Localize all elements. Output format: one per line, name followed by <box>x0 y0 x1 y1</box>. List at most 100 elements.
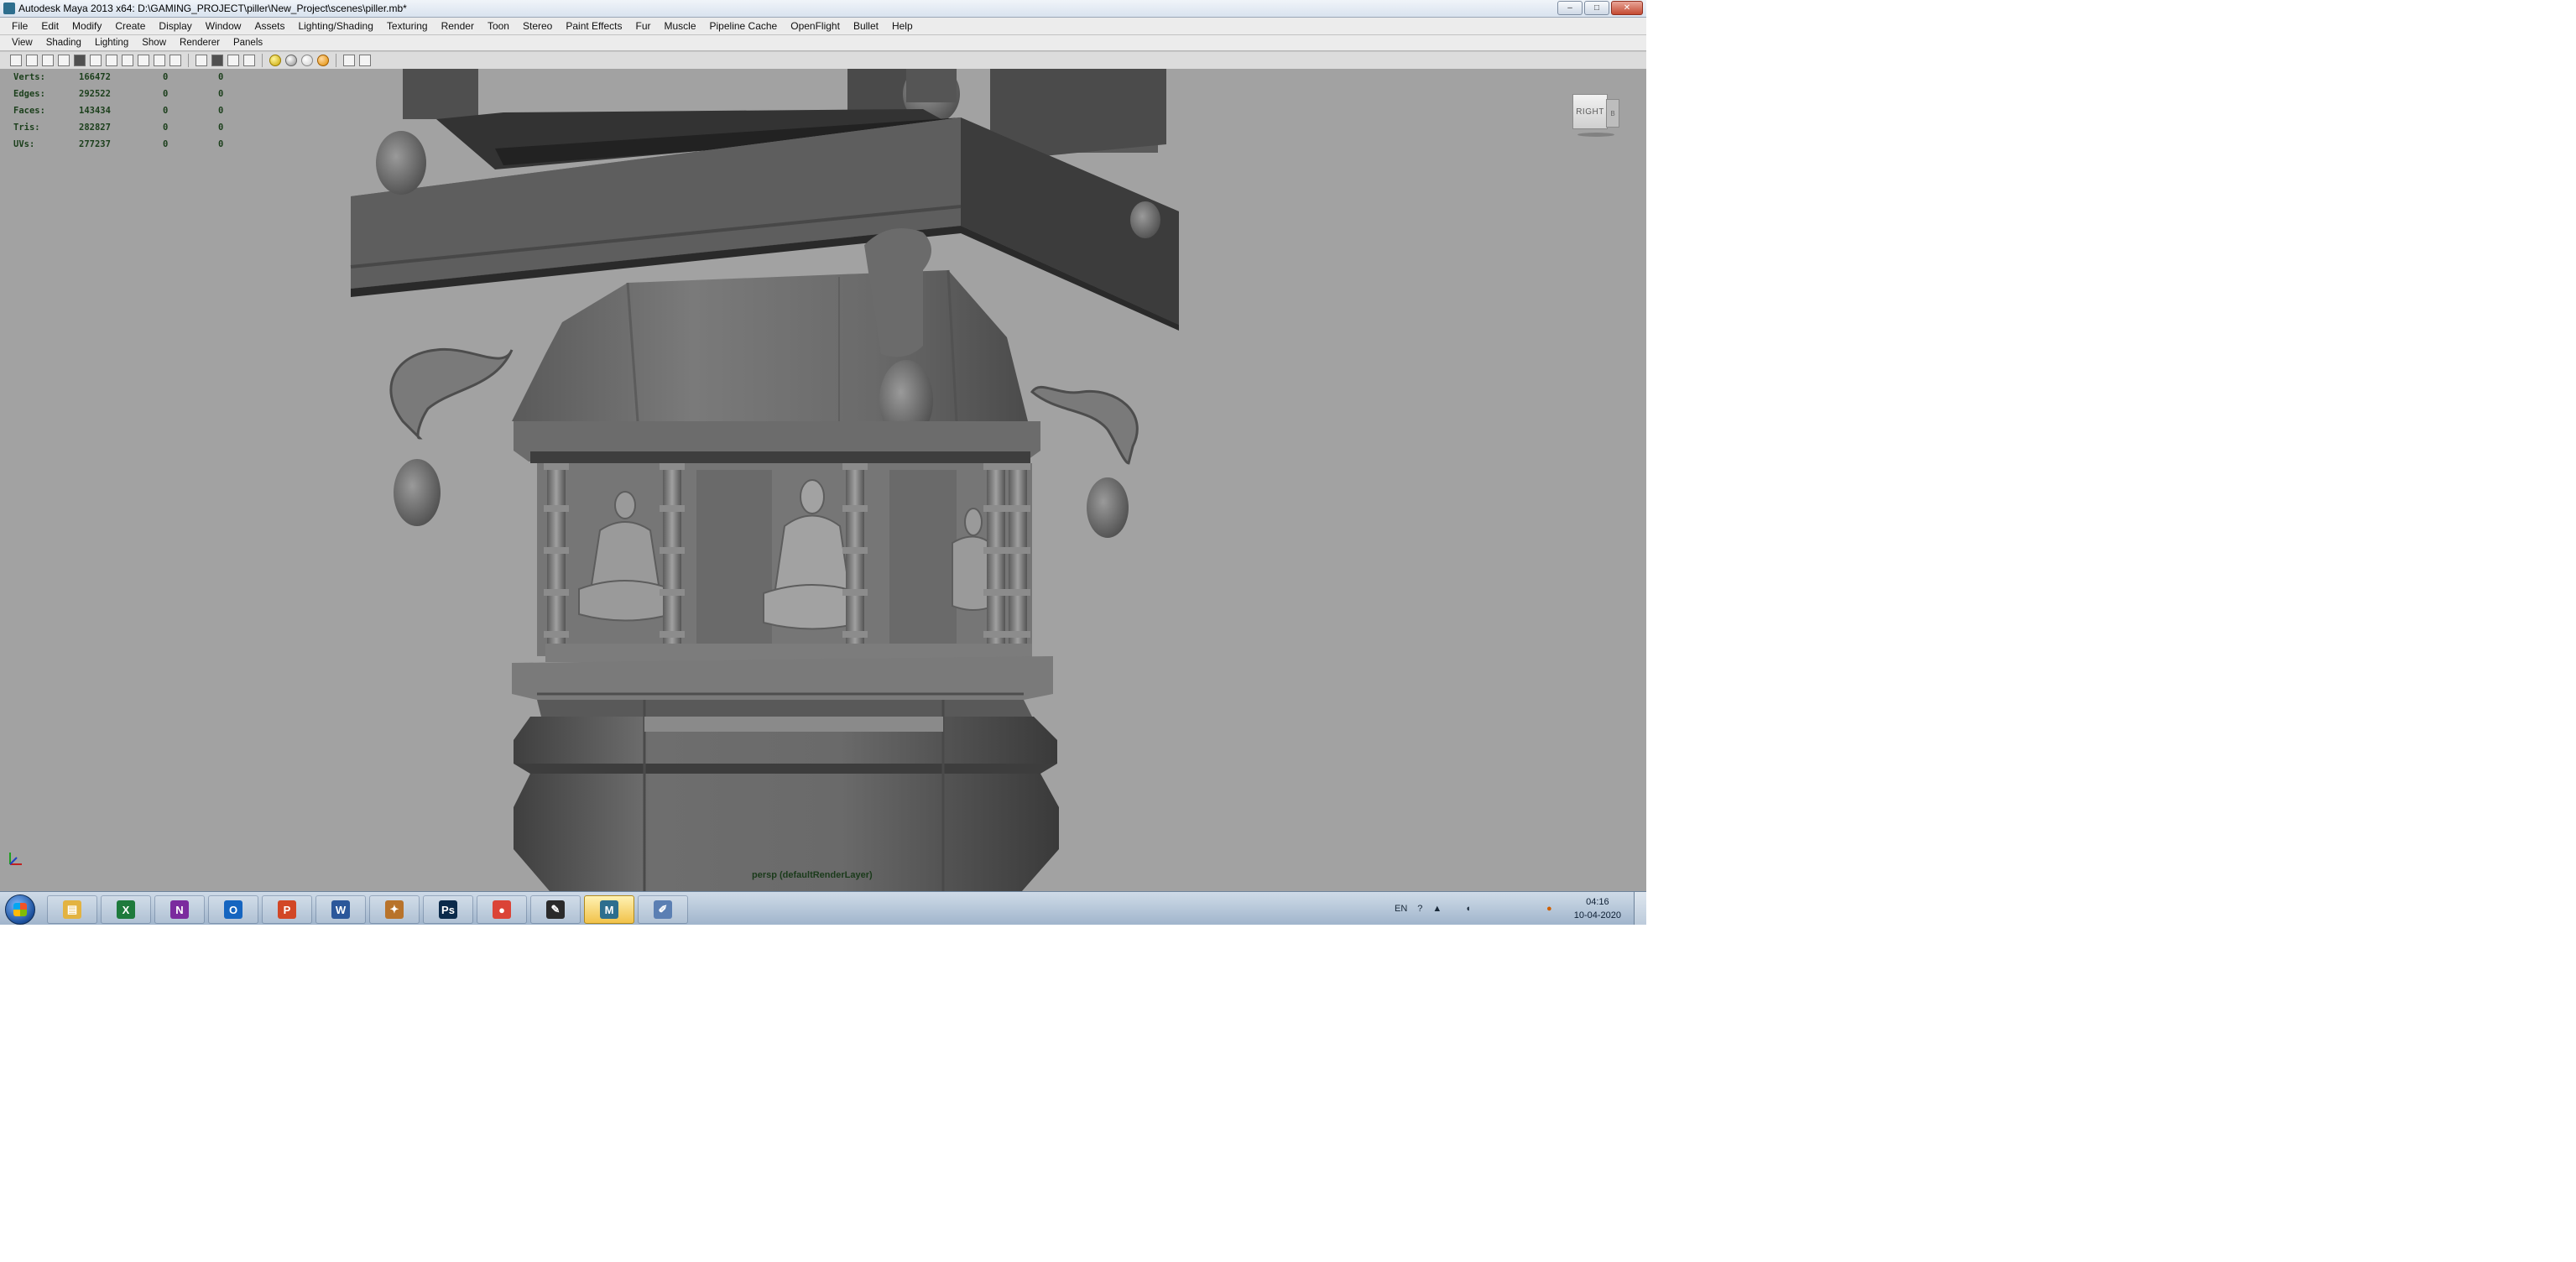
powerpoint-icon: P <box>278 900 296 919</box>
image-plane-icon[interactable] <box>58 55 70 66</box>
start-button[interactable] <box>5 894 35 925</box>
language-indicator[interactable]: EN <box>1395 904 1407 914</box>
help-icon[interactable]: ? <box>1417 904 1422 914</box>
film-gate-icon[interactable] <box>90 55 102 66</box>
taskbar-button[interactable]: ● <box>477 895 527 924</box>
taskbar-button[interactable]: M <box>584 895 634 924</box>
hud-label: UVs: <box>13 139 35 149</box>
maya-icon: M <box>600 900 618 919</box>
camera-select-icon[interactable] <box>10 55 22 66</box>
field-chart-icon[interactable] <box>138 55 149 66</box>
menu-fur[interactable]: Fur <box>629 20 658 32</box>
taskbar-button[interactable]: ✦ <box>369 895 420 924</box>
panel-menu-panels[interactable]: Panels <box>227 38 269 48</box>
menu-toon[interactable]: Toon <box>481 20 516 32</box>
viewcube-face-back[interactable]: B <box>1606 99 1619 128</box>
menu-stereo[interactable]: Stereo <box>516 20 559 32</box>
menu-bullet[interactable]: Bullet <box>847 20 885 32</box>
windows-taskbar: ▤ X N O P W ✦ Ps ● ✎ M ✐ EN ? ▲ ◖ ● 04:16 10-04-202… <box>0 891 1646 925</box>
wireframe-on-shaded-icon[interactable] <box>227 55 239 66</box>
shadows-icon[interactable] <box>285 55 297 66</box>
use-all-lights-icon[interactable] <box>269 55 281 66</box>
clock[interactable]: 04:16 10-04-2020 <box>1574 895 1621 922</box>
shrine-column <box>983 463 1009 658</box>
taskbar-button[interactable]: ▤ <box>47 895 97 924</box>
toolbar-separator <box>188 54 189 67</box>
minimize-button[interactable]: – <box>1557 1 1583 15</box>
menu-lighting-shading[interactable]: Lighting/Shading <box>291 20 379 32</box>
menu-modify[interactable]: Modify <box>65 20 108 32</box>
panel-menu-renderer[interactable]: Renderer <box>173 38 227 48</box>
grid-icon[interactable] <box>74 55 86 66</box>
poly-count-hud: Verts: 166472 0 0 Edges: 292522 0 0 Faces: 143434… <box>13 69 252 153</box>
notification-icon[interactable]: ● <box>1546 904 1552 914</box>
hud-value: 0 <box>163 139 169 149</box>
bookmarks-icon[interactable] <box>42 55 54 66</box>
panel-menu-view[interactable]: View <box>5 38 39 48</box>
taskbar-button[interactable]: ✐ <box>638 895 688 924</box>
hud-row: UVs: 277237 0 0 <box>13 136 252 153</box>
wireframe-icon[interactable] <box>196 55 207 66</box>
taskbar-button[interactable]: P <box>262 895 312 924</box>
view-cube[interactable]: RIGHT B <box>1571 92 1621 137</box>
menu-file[interactable]: File <box>5 20 34 32</box>
hud-label: Faces: <box>13 106 45 116</box>
explorer-icon: ▤ <box>63 900 81 919</box>
maximize-button[interactable]: □ <box>1584 1 1609 15</box>
hud-value: 0 <box>218 139 224 149</box>
xray-icon[interactable] <box>301 55 313 66</box>
lock-camera-icon[interactable] <box>26 55 38 66</box>
menu-openflight[interactable]: OpenFlight <box>784 20 847 32</box>
isolate-select-icon[interactable] <box>343 55 355 66</box>
toolbar-separator <box>262 54 263 67</box>
panel-menu-lighting[interactable]: Lighting <box>88 38 135 48</box>
menu-help[interactable]: Help <box>885 20 920 32</box>
gate-mask-icon[interactable] <box>122 55 133 66</box>
xray-joints-icon[interactable] <box>317 55 329 66</box>
menu-display[interactable]: Display <box>152 20 198 32</box>
taskbar-button[interactable]: Ps <box>423 895 473 924</box>
taskbar-button[interactable]: O <box>208 895 258 924</box>
menu-edit[interactable]: Edit <box>34 20 65 32</box>
hud-row: Edges: 292522 0 0 <box>13 86 252 102</box>
main-menu-bar: File Edit Modify Create Display Window Assets L… <box>0 18 1646 35</box>
resolution-gate-icon[interactable] <box>106 55 117 66</box>
close-button[interactable]: ✕ <box>1611 1 1643 15</box>
menu-muscle[interactable]: Muscle <box>658 20 703 32</box>
hud-label: Edges: <box>13 89 45 99</box>
show-desktop-button[interactable] <box>1634 892 1646 925</box>
taskbar-button[interactable]: X <box>101 895 151 924</box>
taskbar-button[interactable]: W <box>315 895 366 924</box>
title-bar: Autodesk Maya 2013 x64: D:\GAMING_PROJEC… <box>0 0 1646 18</box>
hud-row: Faces: 143434 0 0 <box>13 102 252 119</box>
menu-create[interactable]: Create <box>108 20 152 32</box>
textured-icon[interactable] <box>243 55 255 66</box>
taskbar-button[interactable]: N <box>154 895 205 924</box>
menu-texturing[interactable]: Texturing <box>380 20 435 32</box>
hud-row: Verts: 166472 0 0 <box>13 69 252 86</box>
panel-menu-show[interactable]: Show <box>135 38 173 48</box>
network-icon[interactable]: ▲ <box>1432 904 1442 914</box>
viewcube-shadow <box>1577 133 1614 137</box>
menu-pipeline-cache[interactable]: Pipeline Cache <box>703 20 785 32</box>
taskbar-button[interactable]: ✎ <box>530 895 581 924</box>
perspective-viewport[interactable]: Verts: 166472 0 0 Edges: 292522 0 0 Faces: 143434… <box>0 69 1646 891</box>
maya-screen: Autodesk Maya 2013 x64: D:\GAMING_PROJEC… <box>0 0 1646 925</box>
paint-icon: ✐ <box>654 900 672 919</box>
photoshop-icon: Ps <box>439 900 457 919</box>
menu-window[interactable]: Window <box>199 20 248 32</box>
panel-menu-shading[interactable]: Shading <box>39 38 88 48</box>
menu-render[interactable]: Render <box>435 20 481 32</box>
smooth-shade-icon[interactable] <box>211 55 223 66</box>
high-quality-icon[interactable] <box>359 55 371 66</box>
safe-action-icon[interactable] <box>154 55 165 66</box>
menu-paint-effects[interactable]: Paint Effects <box>559 20 628 32</box>
hud-value: 0 <box>218 123 224 133</box>
viewcube-face-right[interactable]: RIGHT <box>1572 94 1608 129</box>
menu-assets[interactable]: Assets <box>248 20 291 32</box>
safe-title-icon[interactable] <box>169 55 181 66</box>
volume-icon[interactable]: ◖ <box>1465 904 1471 914</box>
onenote-icon: N <box>170 900 189 919</box>
maya-app-icon <box>3 3 15 14</box>
pillar-model <box>350 69 1179 891</box>
